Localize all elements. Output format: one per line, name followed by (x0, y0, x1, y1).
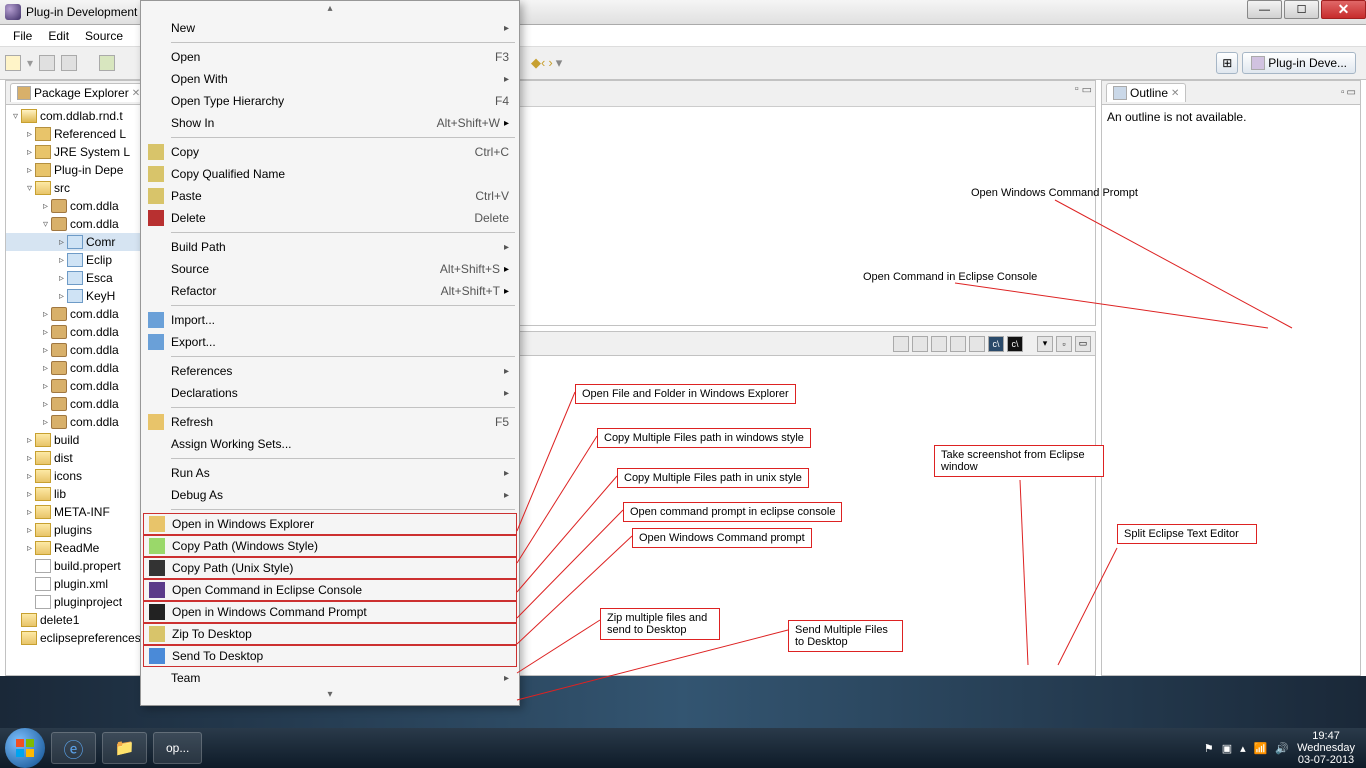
annotation: Copy Multiple Files path in windows styl… (597, 428, 811, 448)
annotation: Open Command in Eclipse Console (857, 268, 1043, 286)
menu-item[interactable]: Copy Path (Unix Style) (143, 557, 517, 579)
menu-item[interactable]: Send To Desktop (143, 645, 517, 667)
menu-item[interactable]: PasteCtrl+V (143, 185, 517, 207)
menu-item[interactable]: Assign Working Sets... (143, 433, 517, 455)
menu-item[interactable]: OpenF3 (143, 46, 517, 68)
debug-icon[interactable] (99, 55, 115, 71)
outline-tab[interactable]: Outline ✕ (1106, 83, 1186, 102)
fwd-icon[interactable]: › (548, 55, 552, 71)
menu-item[interactable]: References▸ (143, 360, 517, 382)
menu-item[interactable]: SourceAlt+Shift+S▸ (143, 258, 517, 280)
console-btn-3[interactable] (931, 336, 947, 352)
close-icon[interactable]: ✕ (132, 88, 140, 99)
menu-item[interactable]: Debug As▸ (143, 484, 517, 506)
menu-edit[interactable]: Edit (40, 29, 77, 43)
annotation: Open File and Folder in Windows Explorer (575, 384, 796, 404)
view-menu-icon[interactable]: ▾ (1037, 336, 1053, 352)
annotation: Open command prompt in eclipse console (623, 502, 842, 522)
menu-item[interactable]: Run As▸ (143, 462, 517, 484)
taskbar-quick-access[interactable]: op... (153, 732, 202, 764)
clock[interactable]: 19:47 Wednesday 03-07-2013 (1297, 730, 1355, 766)
perspective-button[interactable]: Plug-in Deve... (1242, 52, 1356, 74)
new-icon[interactable] (5, 55, 21, 71)
minimize-button[interactable]: — (1247, 0, 1282, 19)
annotation: Open Windows Command Prompt (965, 184, 1144, 202)
annotation: Open Windows Command prompt (632, 528, 812, 548)
menu-item[interactable]: Open With▸ (143, 68, 517, 90)
menu-item[interactable]: Team▸ (143, 667, 517, 689)
menu-item[interactable]: Copy Path (Windows Style) (143, 535, 517, 557)
menu-item[interactable]: Open in Windows Command Prompt (143, 601, 517, 623)
network-icon[interactable]: 📶 (1254, 742, 1268, 755)
console-btn-4[interactable] (950, 336, 966, 352)
menu-item[interactable]: Zip To Desktop (143, 623, 517, 645)
menu-item[interactable]: RefreshF5 (143, 411, 517, 433)
menu-item[interactable]: Build Path▸ (143, 236, 517, 258)
menu-item[interactable]: Export... (143, 331, 517, 353)
open-perspective-button[interactable]: ⊞ (1216, 52, 1238, 74)
package-icon (17, 86, 31, 100)
context-menu[interactable]: ▴New▸OpenF3Open With▸Open Type Hierarchy… (140, 0, 520, 706)
annotation: Split Eclipse Text Editor (1117, 524, 1257, 544)
maximize-icon[interactable]: ▭ (1082, 83, 1092, 96)
outline-icon (1113, 86, 1127, 100)
save-all-icon[interactable] (61, 55, 77, 71)
menu-item[interactable]: Copy Qualified Name (143, 163, 517, 185)
menu-item[interactable]: CopyCtrl+C (143, 141, 517, 163)
taskbar-ie[interactable]: ⓔ (51, 732, 96, 764)
action-center-icon[interactable]: ▣ (1222, 742, 1232, 755)
sound-icon[interactable]: 🔊 (1275, 742, 1289, 755)
maximize-icon[interactable]: ▭ (1075, 336, 1091, 352)
folder-icon: 📁 (115, 738, 135, 758)
annotation: Take screenshot from Eclipse window (934, 445, 1104, 477)
minimize-icon[interactable]: ▫ (1075, 83, 1079, 96)
start-button[interactable] (5, 728, 45, 768)
menu-item[interactable]: Declarations▸ (143, 382, 517, 404)
menu-item[interactable]: New▸ (143, 17, 517, 39)
menu-item[interactable]: RefactorAlt+Shift+T▸ (143, 280, 517, 302)
console-cmd-icon[interactable]: c\ (988, 336, 1004, 352)
plugin-icon (1251, 56, 1265, 70)
console-btn-1[interactable] (893, 336, 909, 352)
menu-item[interactable]: Open Type HierarchyF4 (143, 90, 517, 112)
console-btn-2[interactable] (912, 336, 928, 352)
tray-up-icon[interactable]: ▴ (1240, 742, 1246, 755)
windows-taskbar[interactable]: ⓔ 📁 op... ⚑ ▣ ▴ 📶 🔊 19:47 Wednesday 03-0… (0, 728, 1366, 768)
back-icon[interactable]: ◆‹ (531, 55, 545, 71)
outline-message: An outline is not available. (1102, 105, 1360, 129)
menu-source[interactable]: Source (77, 29, 131, 43)
menu-item[interactable]: Open Command in Eclipse Console (143, 579, 517, 601)
nav-icon[interactable]: ▾ (556, 55, 563, 71)
save-icon[interactable] (39, 55, 55, 71)
close-button[interactable]: ✕ (1321, 0, 1366, 19)
annotation: Copy Multiple Files path in unix style (617, 468, 809, 488)
menu-item[interactable]: Show InAlt+Shift+W▸ (143, 112, 517, 134)
ie-icon: ⓔ (64, 734, 84, 763)
flag-icon[interactable]: ⚑ (1204, 742, 1214, 755)
console-btn-5[interactable] (969, 336, 985, 352)
annotation: Zip multiple files and send to Desktop (600, 608, 720, 640)
taskbar-explorer[interactable]: 📁 (102, 732, 147, 764)
menu-item[interactable]: Import... (143, 309, 517, 331)
maximize-button[interactable]: ☐ (1284, 0, 1319, 19)
menu-item[interactable]: Open in Windows Explorer (143, 513, 517, 535)
system-tray[interactable]: ⚑ ▣ ▴ 📶 🔊 19:47 Wednesday 03-07-2013 (1204, 730, 1361, 766)
console-prompt-icon[interactable]: c\ (1007, 336, 1023, 352)
eclipse-icon (5, 4, 21, 20)
close-icon[interactable]: ✕ (1171, 88, 1179, 99)
menu-file[interactable]: File (5, 29, 40, 43)
window-title: Plug-in Development (26, 5, 137, 19)
package-explorer-tab[interactable]: Package Explorer ✕ (10, 83, 147, 102)
outline-view: Outline ✕ ▫▭ An outline is not available… (1101, 80, 1361, 676)
minimize-icon[interactable]: ▫ (1056, 336, 1072, 352)
menu-item[interactable]: DeleteDelete (143, 207, 517, 229)
annotation: Send Multiple Files to Desktop (788, 620, 903, 652)
